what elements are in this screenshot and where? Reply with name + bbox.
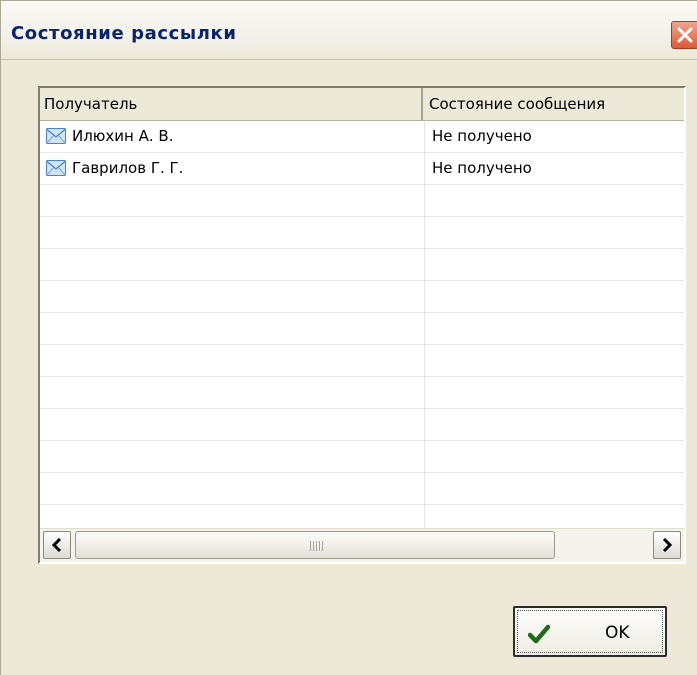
empty-row — [40, 249, 684, 281]
empty-row — [40, 409, 684, 441]
mail-icon — [46, 128, 66, 144]
dialog-title: Состояние рассылки — [11, 23, 237, 44]
recipient-cell: Илюхин А. В. — [40, 121, 425, 152]
list-rows: Илюхин А. В. Не получено Гаврилов Г. Г. … — [40, 121, 684, 537]
close-icon — [677, 27, 693, 43]
recipient-cell: Гаврилов Г. Г. — [40, 153, 425, 184]
status-cell: Не получено — [425, 121, 684, 152]
ok-button[interactable]: OK — [513, 606, 667, 657]
check-icon — [528, 624, 550, 644]
mail-icon — [46, 160, 66, 176]
status-dialog: Состояние рассылки Получатель Состояние … — [0, 0, 697, 675]
message-status: Не получено — [432, 127, 532, 145]
recipient-name: Гаврилов Г. Г. — [72, 159, 184, 177]
scrollbar-grip — [310, 541, 324, 551]
recipient-name: Илюхин А. В. — [72, 127, 174, 145]
arrow-left-icon — [51, 538, 62, 552]
empty-row — [40, 377, 684, 409]
empty-row — [40, 185, 684, 217]
empty-row — [40, 313, 684, 345]
ok-focus-rect: OK — [517, 610, 663, 653]
status-cell: Не получено — [425, 153, 684, 184]
ok-button-label: OK — [605, 623, 630, 643]
scrollbar-thumb[interactable] — [75, 531, 555, 559]
horizontal-scrollbar[interactable] — [40, 528, 684, 562]
close-button[interactable] — [671, 21, 697, 49]
empty-row — [40, 441, 684, 473]
scroll-right-button[interactable] — [653, 531, 681, 559]
title-divider — [1, 59, 697, 60]
empty-row — [40, 217, 684, 249]
scroll-left-button[interactable] — [43, 531, 71, 559]
empty-row — [40, 281, 684, 313]
arrow-right-icon — [662, 538, 673, 552]
empty-row — [40, 345, 684, 377]
list-header: Получатель Состояние сообщения — [40, 88, 684, 121]
column-header-status[interactable]: Состояние сообщения — [425, 88, 684, 120]
empty-row — [40, 473, 684, 505]
column-header-recipient[interactable]: Получатель — [40, 88, 423, 120]
recipients-list[interactable]: Получатель Состояние сообщения Илюхин А.… — [38, 86, 686, 564]
message-status: Не получено — [432, 159, 532, 177]
title-bar[interactable]: Состояние рассылки — [1, 1, 697, 59]
table-row[interactable]: Гаврилов Г. Г. Не получено — [40, 153, 684, 185]
table-row[interactable]: Илюхин А. В. Не получено — [40, 121, 684, 153]
